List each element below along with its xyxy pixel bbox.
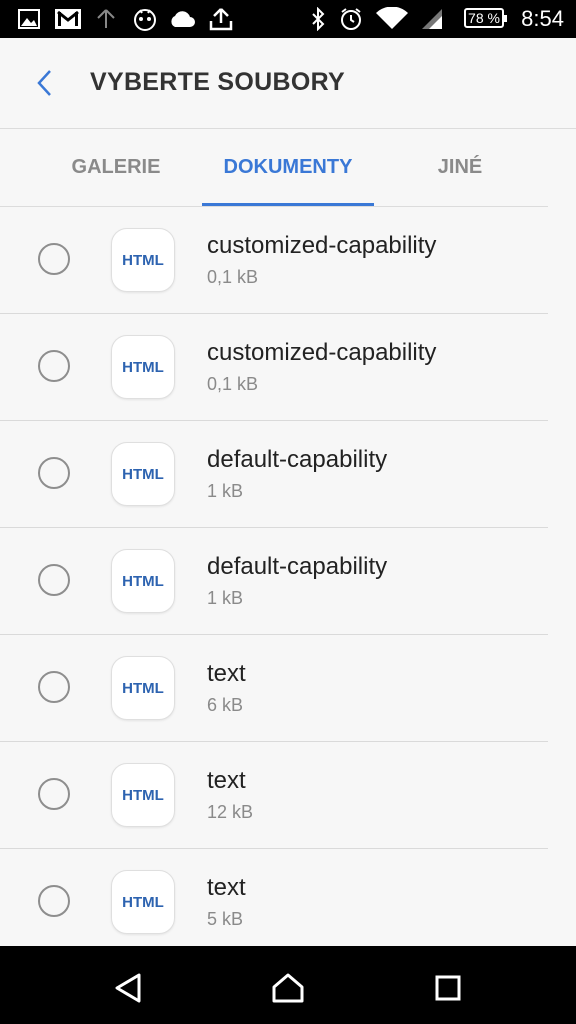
list-item[interactable]: HTML customized-capability 0,1 kB <box>0 314 576 421</box>
html-file-icon: HTML <box>111 656 175 720</box>
upload-arrow-icon <box>96 7 116 31</box>
bluetooth-icon <box>308 7 328 31</box>
select-radio[interactable] <box>38 671 70 703</box>
page-title: VYBERTE SOUBORY <box>90 68 346 96</box>
tab-dokumenty[interactable]: DOKUMENTY <box>202 129 374 206</box>
tab-galerie[interactable]: GALERIE <box>30 129 202 206</box>
list-item[interactable]: HTML default-capability 1 kB <box>0 528 576 635</box>
list-item[interactable]: HTML text 12 kB <box>0 742 576 849</box>
signal-icon <box>420 7 444 31</box>
gallery-icon <box>18 7 40 31</box>
html-file-icon: HTML <box>111 335 175 399</box>
alarm-icon <box>338 7 364 31</box>
file-size: 1 kB <box>207 481 244 501</box>
file-list: HTML customized-capability 0,1 kB HTML c… <box>0 207 576 956</box>
html-file-icon: HTML <box>111 763 175 827</box>
file-name: default-capability <box>207 446 388 473</box>
clock: 8:54 <box>521 6 564 31</box>
navigation-bar <box>0 946 576 1024</box>
html-file-icon: HTML <box>111 870 175 934</box>
back-triangle-icon[interactable] <box>108 968 148 1008</box>
file-size: 0,1 kB <box>207 374 259 394</box>
file-name: customized-capability <box>207 339 437 366</box>
wifi-icon <box>374 7 410 31</box>
recents-square-icon[interactable] <box>428 968 468 1008</box>
file-name: default-capability <box>207 553 388 580</box>
select-radio[interactable] <box>38 885 70 917</box>
html-file-icon: HTML <box>111 228 175 292</box>
gmail-icon <box>54 7 82 31</box>
file-name: customized-capability <box>207 232 437 259</box>
cloud-icon <box>168 7 196 31</box>
list-item[interactable]: HTML customized-capability 0,1 kB <box>0 207 576 314</box>
select-radio[interactable] <box>38 457 70 489</box>
html-file-icon: HTML <box>111 549 175 613</box>
file-size: 5 kB <box>207 909 244 929</box>
file-name: text <box>207 767 246 794</box>
robot-icon <box>132 7 158 31</box>
tab-jine[interactable]: JINÉ <box>374 129 546 206</box>
list-item[interactable]: HTML default-capability 1 kB <box>0 421 576 528</box>
file-size: 6 kB <box>207 695 244 715</box>
select-radio[interactable] <box>38 564 70 596</box>
home-icon[interactable] <box>268 968 308 1008</box>
select-radio[interactable] <box>38 778 70 810</box>
list-item[interactable]: HTML text 6 kB <box>0 635 576 742</box>
app-header: VYBERTE SOUBORY <box>0 38 576 129</box>
list-item[interactable]: HTML text 5 kB <box>0 849 576 956</box>
select-radio[interactable] <box>38 243 70 275</box>
share-upload-icon <box>208 7 234 31</box>
file-size: 12 kB <box>207 802 254 822</box>
battery-icon: 78 % <box>464 8 507 28</box>
back-arrow-icon[interactable] <box>30 68 58 98</box>
file-size: 0,1 kB <box>207 267 259 287</box>
file-size: 1 kB <box>207 588 244 608</box>
file-name: text <box>207 660 246 687</box>
html-file-icon: HTML <box>111 442 175 506</box>
tab-bar: GALERIE DOKUMENTY JINÉ <box>0 129 576 206</box>
status-bar: 78 % 8:54 <box>0 0 576 38</box>
file-name: text <box>207 874 246 901</box>
select-radio[interactable] <box>38 350 70 382</box>
